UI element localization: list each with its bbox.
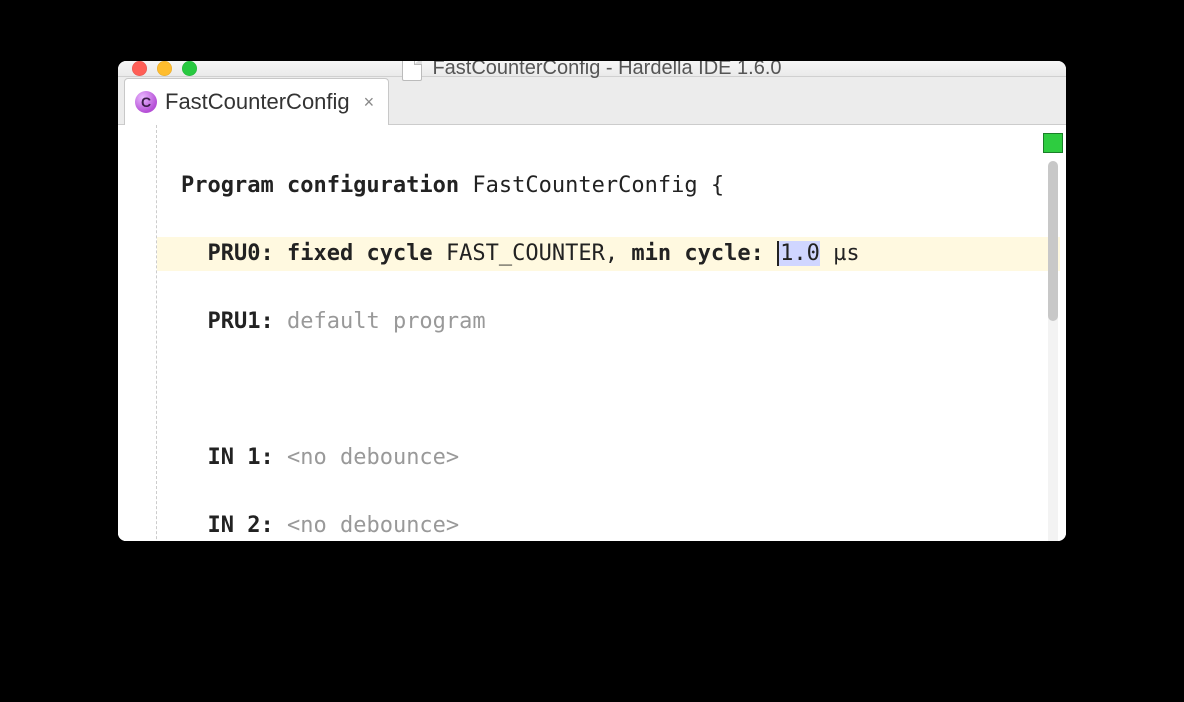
code-line-in2[interactable]: IN 2: <no debounce> [177,509,1040,541]
scrollbar-thumb[interactable] [1048,161,1058,321]
in2-value: <no debounce> [287,513,459,538]
in2-label: IN 2: [208,513,274,538]
minimize-window-button[interactable] [157,61,172,76]
code-line-header: Program configuration FastCounterConfig … [177,169,1040,203]
validation-status-icon[interactable] [1043,133,1063,153]
in1-label: IN 1: [208,445,274,470]
tab-fastcounterconfig[interactable]: C FastCounterConfig × [124,78,389,125]
tab-label: FastCounterConfig [165,89,350,115]
ide-window: FastCounterConfig - Hardella IDE 1.6.0 C… [118,61,1066,541]
gutter [118,125,157,541]
pru1-label: PRU1: [208,309,274,334]
blank-line [177,373,1040,407]
zoom-window-button[interactable] [182,61,197,76]
open-brace: { [711,173,724,198]
unit-microseconds: µs [833,241,860,266]
close-tab-button[interactable]: × [364,92,375,113]
min-cycle-value[interactable]: 1.0 [777,241,820,266]
tabbar: C FastCounterConfig × [118,77,1066,125]
pru0-label: PRU0: [208,241,274,266]
close-window-button[interactable] [132,61,147,76]
scrollbar[interactable] [1048,161,1058,541]
editor-right-strip [1040,125,1066,541]
code-line-pru1[interactable]: PRU1: default program [177,305,1040,339]
code-line-pru0[interactable]: PRU0: fixed cycle FAST_COUNTER, min cycl… [157,237,1060,271]
pru1-value: default program [287,309,486,334]
pru0-program: FAST_COUNTER [446,241,605,266]
config-name: FastCounterConfig [472,173,697,198]
code-line-in1[interactable]: IN 1: <no debounce> [177,441,1040,475]
code-editor[interactable]: Program configuration FastCounterConfig … [157,125,1040,541]
comma: , [605,241,618,266]
in1-value: <no debounce> [287,445,459,470]
config-file-icon: C [135,91,157,113]
keyword-fixed-cycle: fixed cycle [287,241,433,266]
traffic-lights [118,61,197,76]
keyword-min-cycle: min cycle: [631,241,763,266]
titlebar: FastCounterConfig - Hardella IDE 1.6.0 [118,61,1066,77]
keyword-program-configuration: Program configuration [181,173,459,198]
editor-area: Program configuration FastCounterConfig … [118,125,1066,541]
